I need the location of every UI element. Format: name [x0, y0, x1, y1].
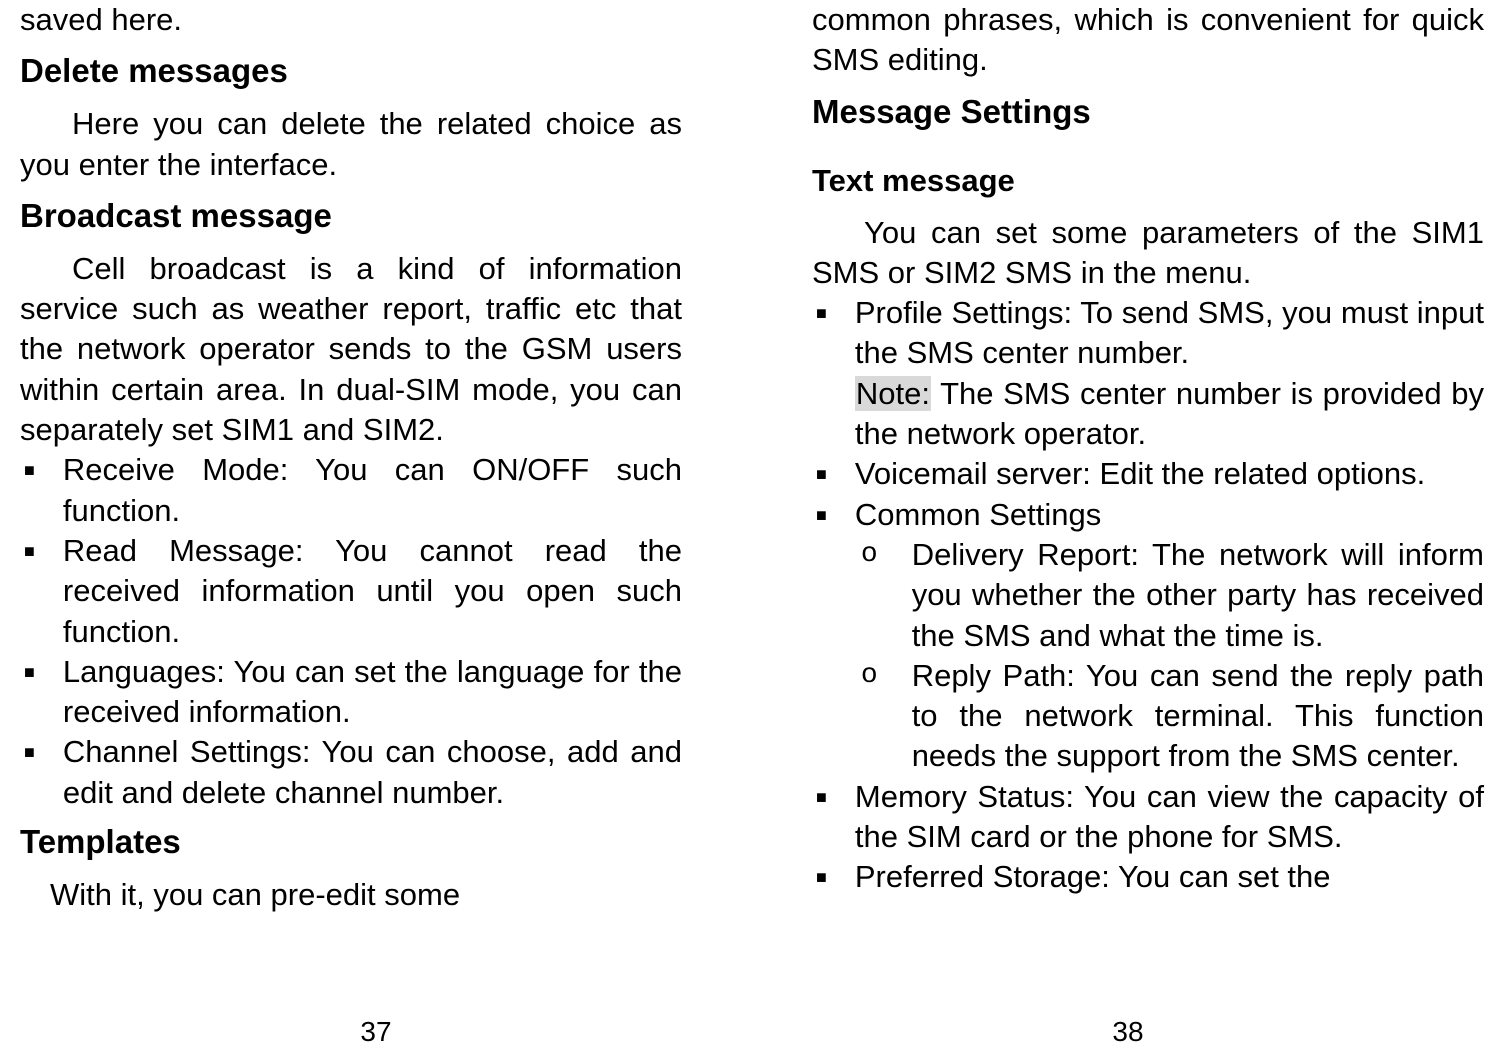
heading-broadcast: Broadcast message — [20, 197, 682, 235]
broadcast-item-text: Languages: You can set the language for … — [63, 652, 682, 733]
profile-settings-item: Profile Settings: To send SMS, you must … — [855, 293, 1484, 454]
common-settings-item: Common Settings Delivery Report: The net… — [855, 495, 1484, 777]
para-broadcast: Cell broadcast is a kind of information … — [20, 249, 682, 450]
preferred-storage-item: Preferred Storage: You can set the — [855, 857, 1484, 897]
broadcast-item-text: Read Message: You cannot read the receiv… — [63, 531, 682, 652]
page-spread: saved here. Delete messages Here you can… — [0, 0, 1504, 1064]
delivery-report-text: Delivery Report: The network will inform… — [912, 535, 1484, 656]
note-text: The SMS center number is provided by the… — [855, 376, 1484, 451]
common-sublist: Delivery Report: The network will inform… — [855, 535, 1484, 777]
text-saved-here: saved here. — [20, 0, 682, 40]
memory-status-item: Memory Status: You can view the capacity… — [855, 777, 1484, 858]
common-settings-label: Common Settings — [855, 497, 1101, 532]
list-item: Common Settings Delivery Report: The net… — [812, 495, 1484, 777]
heading-templates: Templates — [20, 823, 682, 861]
broadcast-list: Receive Mode: You can ON/OFF such functi… — [20, 450, 682, 813]
reply-path-text: Reply Path: You can send the reply path … — [912, 656, 1484, 777]
page-number-left: 37 — [0, 1016, 752, 1048]
list-item: Memory Status: You can view the capacity… — [812, 777, 1484, 858]
para-delete-messages: Here you can delete the related choice a… — [20, 104, 682, 185]
para-text-message: You can set some parameters of the SIM1 … — [812, 213, 1484, 294]
text-common-phrases: common phrases, which is convenient for … — [812, 0, 1484, 81]
list-item: Profile Settings: To send SMS, you must … — [812, 293, 1484, 454]
broadcast-item-text: Receive Mode: You can ON/OFF such functi… — [63, 450, 682, 531]
page-left: saved here. Delete messages Here you can… — [0, 0, 752, 1064]
note-label: Note: — [855, 376, 931, 411]
list-item: Voicemail server: Edit the related optio… — [812, 454, 1484, 494]
heading-message-settings: Message Settings — [812, 93, 1484, 131]
list-item: Reply Path: You can send the reply path … — [855, 656, 1484, 777]
voicemail-item: Voicemail server: Edit the related optio… — [855, 454, 1484, 494]
subheading-text-message: Text message — [812, 163, 1484, 199]
profile-settings-text: Profile Settings: To send SMS, you must … — [855, 295, 1484, 370]
list-item: Channel Settings: You can choose, add an… — [20, 732, 682, 813]
heading-delete-messages: Delete messages — [20, 52, 682, 90]
settings-list: Profile Settings: To send SMS, you must … — [812, 293, 1484, 897]
para-templates: With it, you can pre-edit some — [20, 875, 682, 915]
list-item: Delivery Report: The network will inform… — [855, 535, 1484, 656]
list-item: Read Message: You cannot read the receiv… — [20, 531, 682, 652]
broadcast-item-text: Channel Settings: You can choose, add an… — [63, 732, 682, 813]
list-item: Languages: You can set the language for … — [20, 652, 682, 733]
page-right: common phrases, which is convenient for … — [752, 0, 1504, 1064]
list-item: Receive Mode: You can ON/OFF such functi… — [20, 450, 682, 531]
page-number-right: 38 — [752, 1016, 1504, 1048]
list-item: Preferred Storage: You can set the — [812, 857, 1484, 897]
